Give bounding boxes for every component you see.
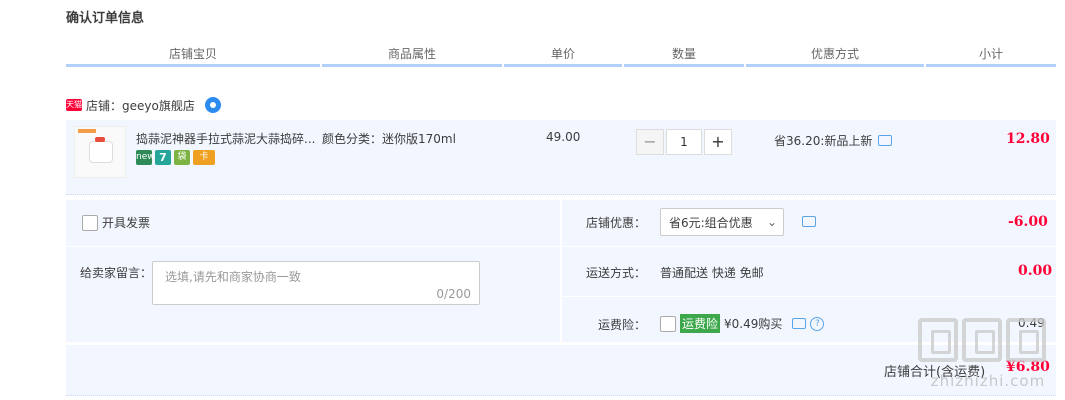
shop-discount-selected: 省6元:组合优惠 xyxy=(669,215,753,230)
header-attributes: 商品属性 xyxy=(322,44,502,67)
order-item-row: 捣蒜泥神器手拉式蒜泥大蒜捣碎... new 7 袋 卡 颜色分类：迷你版170m… xyxy=(66,120,1056,195)
shop-total-row: 店铺合计(含运费) ¥6.80 xyxy=(66,344,1056,396)
insurance-option: 运费险 ¥0.49购买 ? xyxy=(660,314,825,333)
invoice-label: 开具发票 xyxy=(102,216,151,230)
header-shop-item: 店铺宝贝 xyxy=(66,44,320,67)
shop-line: 天猫 店铺：geeyo旗舰店 xyxy=(66,96,221,114)
shop-discount-value: -6.00 xyxy=(1008,214,1048,230)
insurance-badge: 运费险 xyxy=(680,314,721,333)
new-icon: new xyxy=(136,150,155,165)
insurance-price: ¥0.49购买 xyxy=(724,317,783,331)
product-title-link[interactable]: 捣蒜泥神器手拉式蒜泥大蒜捣碎... xyxy=(136,130,318,147)
quantity-increase-button[interactable]: + xyxy=(704,129,732,155)
watermark-text: zhizhizhi.com xyxy=(930,372,1046,390)
shipping-method: 普通配送 快递 免邮 xyxy=(660,266,764,280)
quantity-stepper: − 1 + xyxy=(636,129,732,155)
seller-message-field[interactable]: 选填,请先和商家协商一致 0/200 xyxy=(152,261,480,305)
discount-text: 省36.20:新品上新 xyxy=(774,134,873,148)
quantity-input[interactable]: 1 xyxy=(666,129,702,155)
seven-day-return-icon: 7 xyxy=(155,150,171,165)
shipping-label: 运送方式： xyxy=(586,266,647,280)
watermark-logo xyxy=(918,318,1046,362)
insurance-checkbox[interactable] xyxy=(660,315,676,332)
item-subtotal: 12.80 xyxy=(1006,131,1050,147)
tmall-badge-icon: 天猫 xyxy=(66,99,82,111)
seller-message-label: 给卖家留言： xyxy=(80,266,153,280)
message-icon[interactable] xyxy=(878,135,893,146)
unit-price: 49.00 xyxy=(546,130,581,144)
invoice-checkbox[interactable] xyxy=(82,214,98,231)
character-count: 0/200 xyxy=(436,287,471,301)
seller-message-placeholder: 选填,请先和商家协商一致 xyxy=(165,270,301,284)
discount-method: 省36.20:新品上新 xyxy=(774,132,893,149)
product-thumbnail[interactable] xyxy=(74,126,126,178)
table-header: 店铺宝贝 商品属性 单价 数量 优惠方式 小计 xyxy=(66,44,1056,67)
invoice-option[interactable]: 开具发票 xyxy=(82,214,150,231)
watermark: zhizhizhi.com xyxy=(916,318,1060,400)
header-quantity: 数量 xyxy=(624,44,744,67)
header-subtotal: 小计 xyxy=(926,44,1056,67)
quantity-decrease-button[interactable]: − xyxy=(636,129,664,155)
shop-name-link[interactable]: 店铺：geeyo旗舰店 xyxy=(86,97,195,114)
chevron-down-icon: ⌄ xyxy=(766,215,778,229)
service-icons: new 7 袋 卡 xyxy=(136,150,215,165)
product-attribute: 颜色分类：迷你版170ml xyxy=(322,132,456,146)
shipping-value: 0.00 xyxy=(1018,263,1053,279)
page-title: 确认订单信息 xyxy=(66,11,145,26)
shop-discount-select[interactable]: 省6元:组合优惠 ⌄ xyxy=(660,208,784,236)
message-icon[interactable] xyxy=(802,216,816,227)
shop-discount-label: 店铺优惠： xyxy=(586,216,647,230)
chat-wangwang-icon[interactable] xyxy=(204,97,221,113)
header-unit-price: 单价 xyxy=(504,44,622,67)
header-discount: 优惠方式 xyxy=(746,44,924,67)
help-icon[interactable]: ? xyxy=(810,316,825,331)
card-icon: 卡 xyxy=(193,150,215,165)
shopping-bag-icon: 袋 xyxy=(174,150,190,165)
order-options-panel: 开具发票 给卖家留言： 选填,请先和商家协商一致 0/200 xyxy=(66,200,560,342)
insurance-label: 运费险： xyxy=(598,318,647,332)
message-icon[interactable] xyxy=(792,318,807,329)
